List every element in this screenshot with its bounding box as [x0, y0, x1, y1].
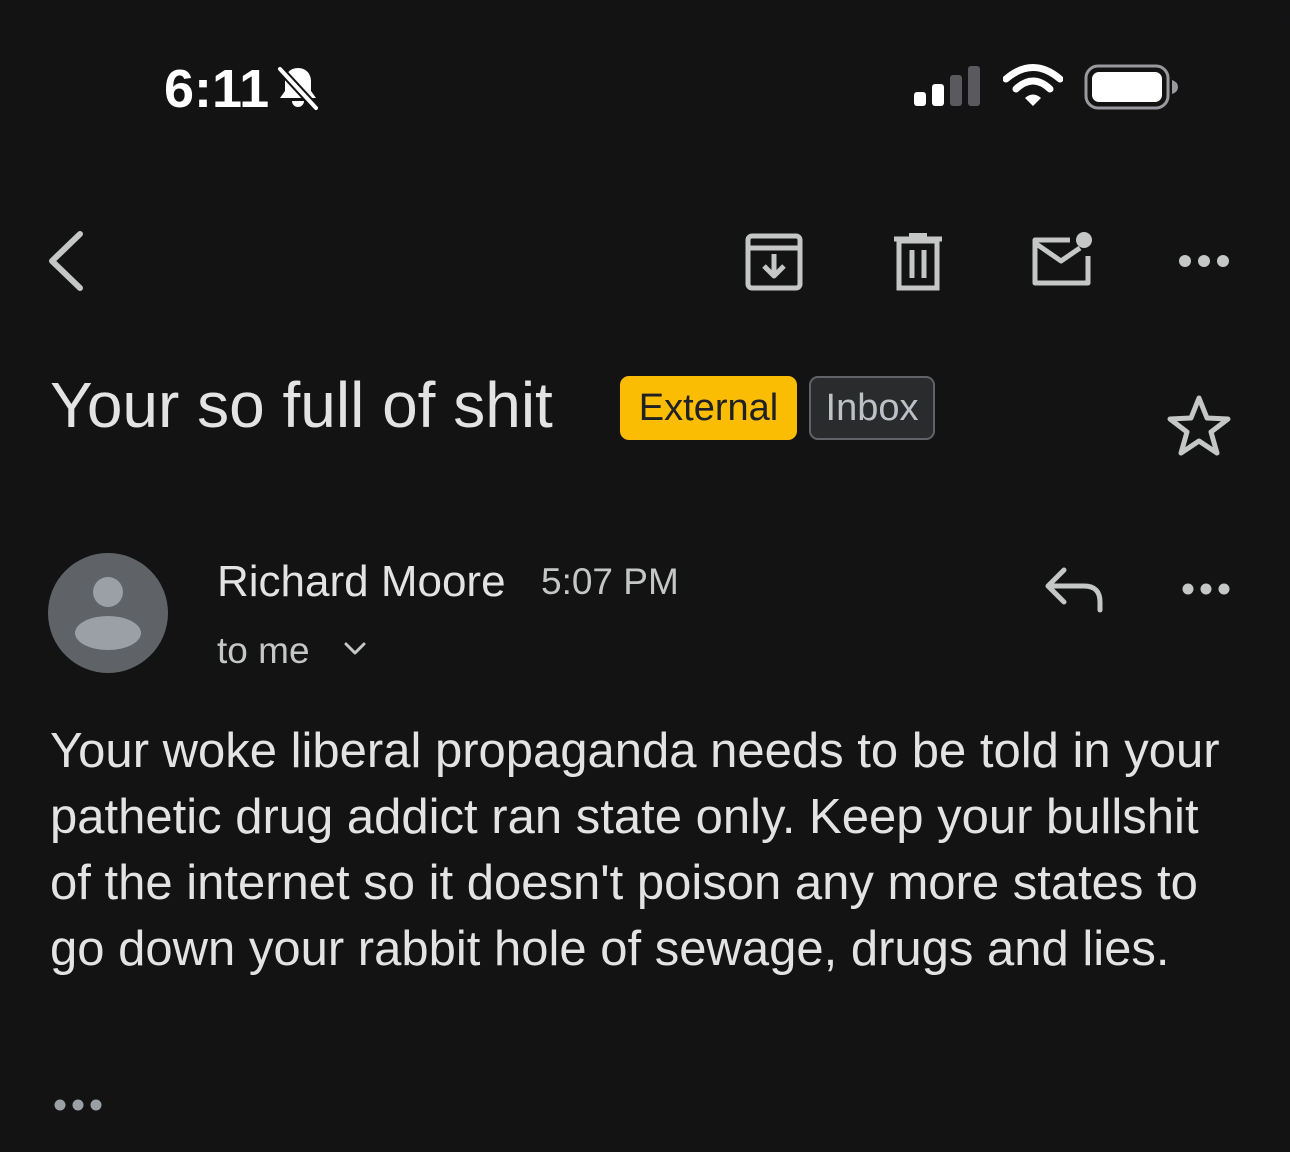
email-body: Your woke liberal propaganda needs to be… — [50, 724, 1220, 976]
wifi-icon — [1003, 64, 1063, 106]
external-label: External — [620, 376, 797, 440]
star-icon[interactable] — [1166, 394, 1232, 458]
delete-icon[interactable] — [892, 232, 944, 292]
mark-unread-icon[interactable] — [1030, 230, 1096, 288]
email-subject: Your so full of shit — [50, 369, 553, 441]
sent-time: 5:07 PM — [541, 561, 679, 602]
recipients[interactable]: to me — [217, 630, 310, 672]
avatar[interactable] — [48, 553, 168, 673]
inbox-label[interactable]: Inbox — [809, 376, 935, 440]
reply-icon[interactable] — [1044, 566, 1106, 614]
status-time: 6:11 — [164, 59, 270, 119]
person-icon — [75, 577, 141, 650]
bell-slash-icon — [277, 66, 319, 111]
signal-icon — [914, 66, 980, 106]
back-icon[interactable] — [40, 228, 96, 294]
show-quoted-text-icon[interactable] — [52, 1094, 104, 1116]
email-screen: 6:11 Your so full of shit External Inbox… — [0, 0, 1290, 1152]
sender-name[interactable]: Richard Moore — [217, 557, 506, 607]
message-more-icon[interactable] — [1180, 576, 1232, 602]
archive-icon[interactable] — [744, 232, 804, 292]
chevron-down-icon[interactable] — [343, 640, 367, 658]
battery-icon — [1084, 64, 1178, 110]
more-icon[interactable] — [1176, 244, 1232, 278]
